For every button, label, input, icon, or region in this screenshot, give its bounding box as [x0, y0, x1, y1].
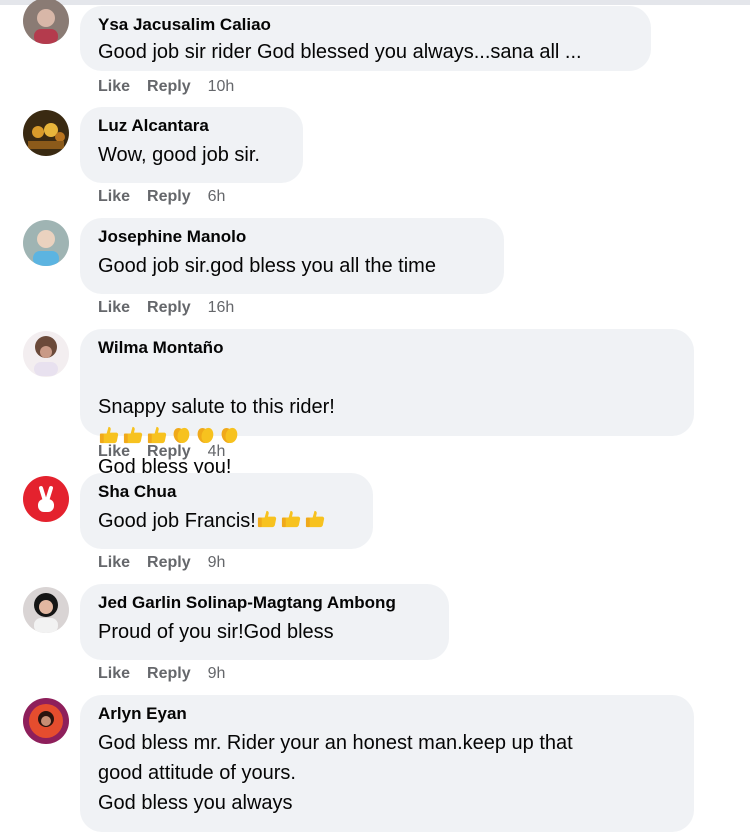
person-avatar-icon	[23, 698, 69, 744]
like-button[interactable]: Like	[98, 664, 130, 684]
like-button[interactable]: Like	[98, 298, 130, 318]
person-avatar-icon	[23, 587, 69, 633]
comment-bubble: Arlyn Eyan God bless mr. Rider your an h…	[80, 695, 694, 832]
comment-bubble: Sha Chua Good job Francis!	[80, 473, 373, 549]
comment-text: Wow, good job sir.	[98, 144, 260, 166]
top-divider	[0, 0, 750, 5]
avatar[interactable]	[23, 331, 69, 377]
reply-button[interactable]: Reply	[147, 664, 191, 684]
comment-author[interactable]: Jed Garlin Solinap-Magtang Ambong	[98, 593, 430, 613]
comment-text: Good job Francis!	[98, 506, 354, 536]
reply-button[interactable]: Reply	[147, 553, 191, 573]
comment-actions: Like Reply 4h	[98, 442, 242, 462]
like-button[interactable]: Like	[98, 187, 130, 207]
avatar[interactable]	[23, 476, 69, 522]
comment-text: Good job sir rider God blessed you alway…	[98, 41, 582, 63]
person-avatar-icon	[23, 0, 69, 44]
comment-time[interactable]: 10h	[208, 77, 235, 97]
comment-bubble: Wilma Montaño Snappy salute to this ride…	[80, 329, 694, 478]
comment-actions: Like Reply 6h	[98, 187, 242, 207]
comment-author[interactable]: Luz Alcantara	[98, 116, 284, 136]
comment-bubble: Ysa Jacusalim Caliao Good job sir rider …	[80, 6, 651, 71]
comment-time[interactable]: 6h	[208, 187, 226, 207]
avatar[interactable]	[23, 220, 69, 266]
comment-text: Snappy salute to this rider! God bless y…	[98, 362, 675, 482]
like-button[interactable]: Like	[98, 77, 130, 97]
comment-author[interactable]: Arlyn Eyan	[98, 704, 675, 724]
person-avatar-icon	[23, 331, 69, 377]
comment-actions: Like Reply 16h	[98, 298, 251, 318]
comment-text: God bless mr. Rider your an honest man.k…	[98, 732, 573, 814]
thumbs-up-emoji	[257, 510, 277, 528]
comment-time[interactable]: 9h	[208, 553, 226, 573]
reply-button[interactable]: Reply	[147, 442, 191, 462]
comment-actions: Like Reply 10h	[98, 77, 251, 97]
reply-button[interactable]: Reply	[147, 298, 191, 318]
comment-text-part: Snappy salute to this rider!	[98, 396, 335, 418]
like-button[interactable]: Like	[98, 442, 130, 462]
comment-author[interactable]: Ysa Jacusalim Caliao	[98, 15, 632, 35]
comment-time[interactable]: 4h	[208, 442, 226, 462]
comment-bubble: Luz Alcantara Wow, good job sir.	[80, 107, 303, 183]
comment-actions: Like Reply 9h	[98, 664, 242, 684]
comment-text: Good job sir.god bless you all the time	[98, 255, 436, 277]
person-avatar-icon	[23, 220, 69, 266]
comment-author[interactable]: Sha Chua	[98, 482, 354, 502]
avatar[interactable]	[23, 587, 69, 633]
reply-button[interactable]: Reply	[147, 77, 191, 97]
reply-button[interactable]: Reply	[147, 187, 191, 207]
comment-bubble: Josephine Manolo Good job sir.god bless …	[80, 218, 504, 294]
comment-author[interactable]: Josephine Manolo	[98, 227, 485, 247]
comment-bubble: Jed Garlin Solinap-Magtang Ambong Proud …	[80, 584, 449, 660]
peace-sign-avatar-icon	[23, 476, 69, 522]
comment-actions: Like Reply 9h	[98, 553, 242, 573]
like-button[interactable]: Like	[98, 553, 130, 573]
comment-text: Proud of you sir!God bless	[98, 621, 334, 643]
comment-author[interactable]: Wilma Montaño	[98, 338, 675, 358]
avatar[interactable]	[23, 0, 69, 44]
comment-time[interactable]: 9h	[208, 664, 226, 684]
candles-avatar-icon	[23, 110, 69, 156]
thumbs-up-emoji	[281, 510, 301, 528]
avatar[interactable]	[23, 698, 69, 744]
comment-time[interactable]: 16h	[208, 298, 235, 318]
comment-text-part: Good job Francis!	[98, 510, 256, 532]
thumbs-up-emoji	[305, 510, 325, 528]
avatar[interactable]	[23, 110, 69, 156]
